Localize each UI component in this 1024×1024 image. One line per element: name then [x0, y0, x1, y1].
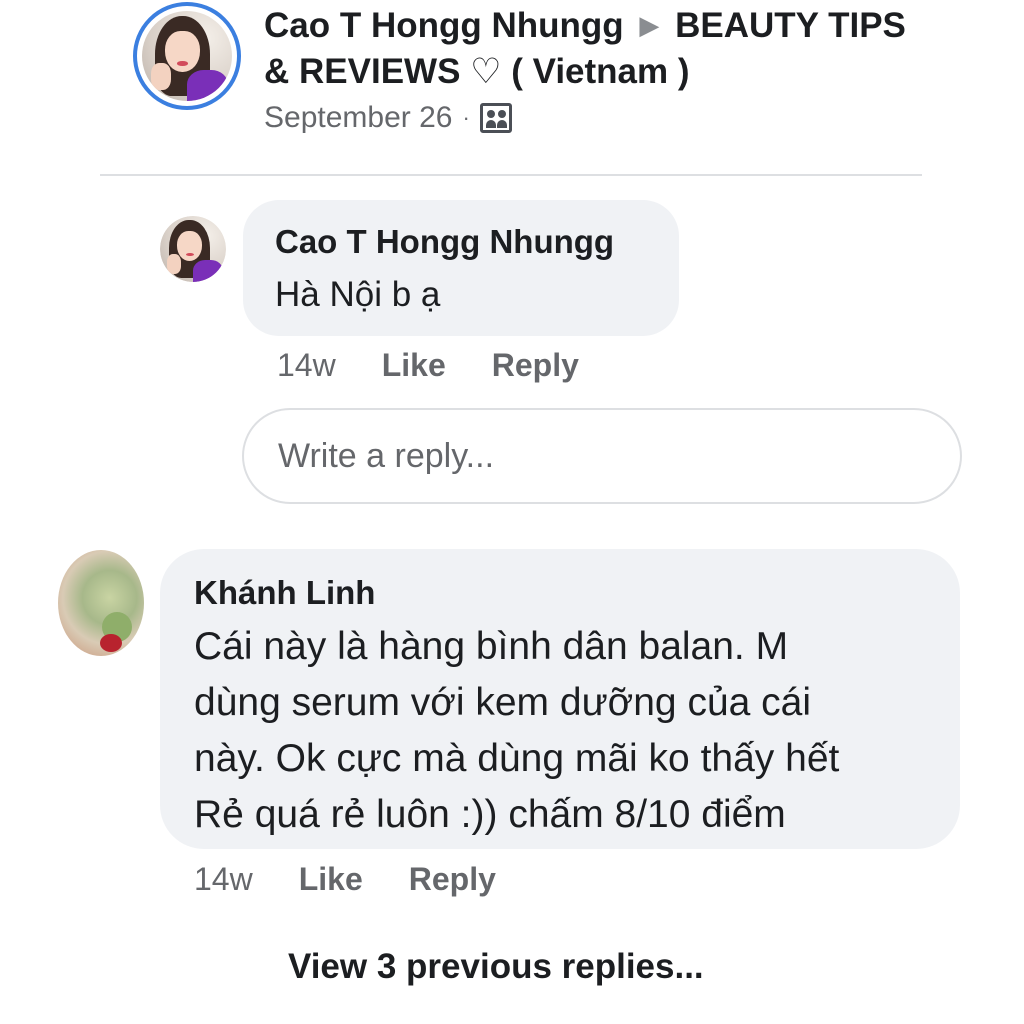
reply-comment-reply-button[interactable]: Reply	[492, 347, 579, 384]
header-divider	[100, 174, 922, 176]
reply-author-avatar-photo	[160, 216, 226, 282]
reply-comment-bubble: Cao T Hongg Nhungg Hà Nội b ạ	[243, 200, 679, 336]
post-author-link[interactable]: Cao T Hongg Nhungg	[264, 6, 624, 45]
reply-comment-text: Hà Nội b ạ	[275, 275, 441, 314]
meta-separator: ·	[462, 105, 470, 130]
view-previous-replies-link[interactable]: View 3 previous replies...	[288, 944, 704, 990]
reply-comment-author[interactable]: Cao T Hongg Nhungg	[275, 220, 647, 264]
post-date[interactable]: September 26	[264, 101, 452, 135]
reply-author-avatar[interactable]	[160, 216, 226, 282]
group-icon	[479, 103, 512, 133]
reply-comment-actions: 14w Like Reply	[277, 342, 579, 388]
main-comment-text: Cái này là hàng bình dân balan. M dùng s…	[194, 625, 840, 836]
main-comment-reply-button[interactable]: Reply	[409, 861, 496, 898]
post-title: Cao T Hongg Nhungg ▶ BEAUTY TIPS & REVIE…	[264, 2, 924, 95]
main-comment-avatar[interactable]	[58, 550, 144, 656]
post-header: Cao T Hongg Nhungg ▶ BEAUTY TIPS & REVIE…	[0, 0, 1024, 175]
main-comment-like-button[interactable]: Like	[299, 861, 363, 898]
reply-comment-time[interactable]: 14w	[277, 347, 336, 384]
author-avatar-photo	[142, 11, 232, 101]
main-comment-time[interactable]: 14w	[194, 861, 253, 898]
post-meta: September 26 ·	[264, 98, 512, 138]
write-reply-input[interactable]	[242, 408, 962, 504]
author-avatar[interactable]	[133, 2, 241, 110]
main-comment-author[interactable]: Khánh Linh	[194, 571, 926, 615]
main-comment-actions: 14w Like Reply	[194, 856, 496, 902]
reply-comment-like-button[interactable]: Like	[382, 347, 446, 384]
arrow-right-icon: ▶	[639, 10, 660, 40]
main-comment-bubble: Khánh Linh Cái này là hàng bình dân bala…	[160, 549, 960, 849]
